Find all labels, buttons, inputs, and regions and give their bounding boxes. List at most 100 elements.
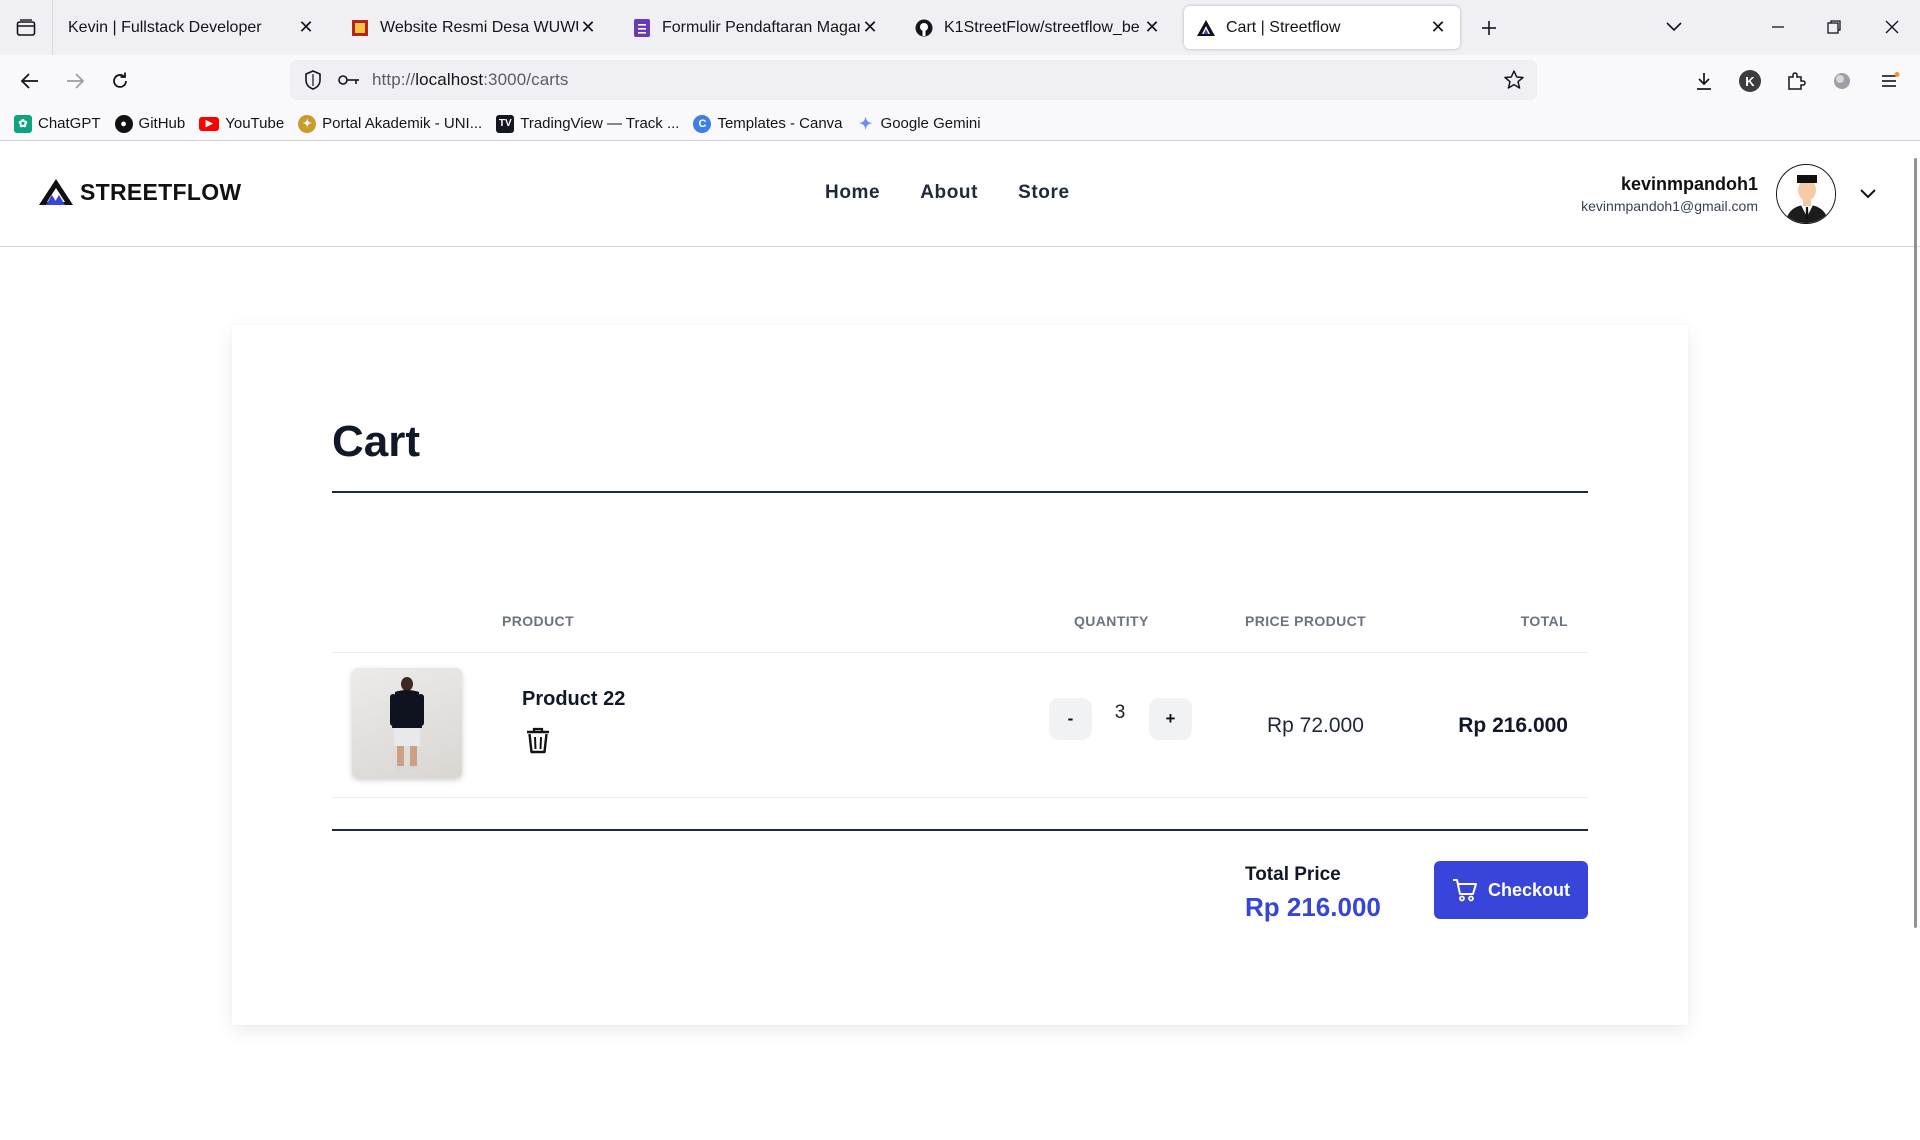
tab-title: Formulir Pendaftaran Magang - <box>662 18 860 36</box>
bookmark-label: Portal Akademik - UNI... <box>322 115 483 132</box>
page-scrollbar[interactable] <box>1914 158 1917 928</box>
header-product: PRODUCT <box>502 613 575 629</box>
tab-title: Cart | Streetflow <box>1226 18 1341 36</box>
checkout-button[interactable]: Checkout <box>1434 861 1588 919</box>
header-quantity: QUANTITY <box>1074 613 1149 629</box>
increment-button[interactable]: + <box>1149 698 1192 740</box>
extension-globe-icon[interactable] <box>1826 65 1858 97</box>
line-total: Rp 216.000 <box>1458 714 1568 737</box>
minimize-icon[interactable] <box>1763 12 1793 42</box>
key-icon[interactable] <box>336 67 362 93</box>
tab-title: Kevin | Fullstack Developer <box>68 18 262 36</box>
youtube-icon: ▶ <box>199 116 220 131</box>
tradingview-icon: TV <box>496 114 515 133</box>
tab-cart-streetflow[interactable]: Cart | Streetflow ✕ <box>1184 6 1460 49</box>
trash-icon[interactable] <box>524 725 552 755</box>
tab-kevin-portfolio[interactable]: Kevin | Fullstack Developer ✕ <box>56 6 328 49</box>
user-name: kevinmpandoh1 <box>1620 174 1758 194</box>
back-arrow-icon[interactable] <box>14 65 46 97</box>
bookmark-label: Google Gemini <box>880 115 981 132</box>
shield-icon[interactable] <box>300 67 326 93</box>
account-avatar-icon[interactable]: K <box>1734 65 1766 97</box>
bookmark-tradingview[interactable]: TV TradingView — Track ... <box>496 114 680 133</box>
extensions-puzzle-icon[interactable] <box>1780 65 1812 97</box>
forward-arrow-icon[interactable] <box>59 65 91 97</box>
bookmark-label: ChatGPT <box>38 115 101 132</box>
user-menu[interactable]: kevinmpandoh1 kevinmpandoh1@gmail.com <box>1581 164 1880 224</box>
page-title: Cart <box>332 417 421 466</box>
close-icon[interactable]: ✕ <box>1428 17 1448 38</box>
user-info: kevinmpandoh1 kevinmpandoh1@gmail.com <box>1581 174 1758 214</box>
product-name[interactable]: Product 22 <box>522 688 625 711</box>
bookmark-youtube[interactable]: ▶ YouTube <box>199 115 284 132</box>
chatgpt-icon: ✿ <box>14 114 32 133</box>
site-header: STREETFLOW Home About Store kevinmpandoh… <box>0 142 1920 247</box>
checkout-label: Checkout <box>1487 879 1570 900</box>
header-total: TOTAL <box>1520 613 1568 629</box>
divider <box>332 491 1588 493</box>
bookmark-chatgpt[interactable]: ✿ ChatGPT <box>14 114 101 133</box>
close-icon[interactable]: ✕ <box>296 17 316 38</box>
nav-about[interactable]: About <box>920 182 978 204</box>
github-icon: ● <box>114 114 133 133</box>
url-text[interactable]: http://localhost:3000/carts <box>372 70 568 90</box>
restore-icon[interactable] <box>1819 12 1849 42</box>
bookmark-portal-akademik[interactable]: ✦ Portal Akademik - UNI... <box>298 114 483 133</box>
close-icon[interactable]: ✕ <box>578 17 598 38</box>
row-divider <box>332 797 1588 798</box>
university-icon: ✦ <box>298 114 317 133</box>
streetflow-favicon-icon <box>1196 18 1216 38</box>
brand-name: STREETFLOW <box>80 178 242 205</box>
bookmark-canva[interactable]: C Templates - Canva <box>693 114 843 133</box>
tab-formulir-magang[interactable]: Formulir Pendaftaran Magang - ✕ <box>620 6 892 49</box>
browser-tab-bar: Kevin | Fullstack Developer ✕ Website Re… <box>0 0 1920 55</box>
downloads-icon[interactable] <box>1688 65 1720 97</box>
close-icon[interactable]: ✕ <box>1142 17 1162 38</box>
desa-favicon-icon <box>350 18 370 38</box>
main-nav: Home About Store <box>825 182 1070 204</box>
tab-title: Website Resmi Desa WUWUK <box>380 18 578 36</box>
total-price-label: Total Price <box>1245 864 1341 885</box>
bookmark-label: YouTube <box>225 115 285 132</box>
bookmark-label: Templates - Canva <box>717 115 843 132</box>
tab-overflow-chevron-icon[interactable] <box>1659 12 1689 42</box>
github-icon <box>914 18 934 38</box>
gemini-icon: ✦ <box>858 115 873 133</box>
header-price: PRICE PRODUCT <box>1245 613 1367 629</box>
tab-desa-wuwuk[interactable]: Website Resmi Desa WUWUK ✕ <box>338 6 610 49</box>
address-bar[interactable]: http://localhost:3000/carts <box>290 60 1537 100</box>
bookmarks-bar: ✿ ChatGPT ● GitHub ▶ YouTube ✦ Portal Ak… <box>0 107 1920 141</box>
chevron-down-icon[interactable] <box>1856 182 1880 206</box>
product-image[interactable] <box>352 668 462 778</box>
bookmark-star-icon[interactable] <box>1501 67 1527 93</box>
tab-list-icon[interactable] <box>0 0 53 55</box>
nav-home[interactable]: Home <box>825 182 880 204</box>
total-price-value: Rp 216.000 <box>1245 892 1381 922</box>
menu-hamburger-icon[interactable] <box>1874 65 1906 97</box>
browser-nav-bar: http://localhost:3000/carts K <box>0 55 1920 107</box>
canva-icon: C <box>693 114 712 133</box>
tab-github-repo[interactable]: K1StreetFlow/streetflow_be ✕ <box>902 6 1174 49</box>
streetflow-logo-icon <box>39 179 73 205</box>
cart-icon <box>1452 879 1477 902</box>
price-product: Rp 72.000 <box>1267 714 1364 737</box>
avatar[interactable] <box>1776 164 1836 224</box>
cart-card: Cart PRODUCT QUANTITY PRICE PRODUCT TOTA… <box>232 325 1688 1025</box>
tab-title: K1StreetFlow/streetflow_be <box>944 18 1140 36</box>
bookmark-label: TradingView — Track ... <box>520 115 680 132</box>
new-tab-plus-icon[interactable] <box>1474 13 1504 43</box>
bookmark-gemini[interactable]: ✦ Google Gemini <box>857 115 981 133</box>
decrement-button[interactable]: - <box>1049 698 1092 740</box>
quantity-value[interactable]: 3 <box>1105 702 1135 724</box>
brand-logo[interactable]: STREETFLOW <box>38 178 241 206</box>
bookmark-github[interactable]: ● GitHub <box>114 114 186 133</box>
row-divider <box>332 652 1588 653</box>
close-window-icon[interactable] <box>1877 12 1907 42</box>
close-icon[interactable]: ✕ <box>860 17 880 38</box>
reload-icon[interactable] <box>104 65 136 97</box>
google-forms-icon <box>632 18 652 38</box>
bookmark-label: GitHub <box>138 115 186 132</box>
nav-store[interactable]: Store <box>1018 182 1070 204</box>
divider <box>332 829 1588 831</box>
user-email: kevinmpandoh1@gmail.com <box>1581 198 1758 214</box>
